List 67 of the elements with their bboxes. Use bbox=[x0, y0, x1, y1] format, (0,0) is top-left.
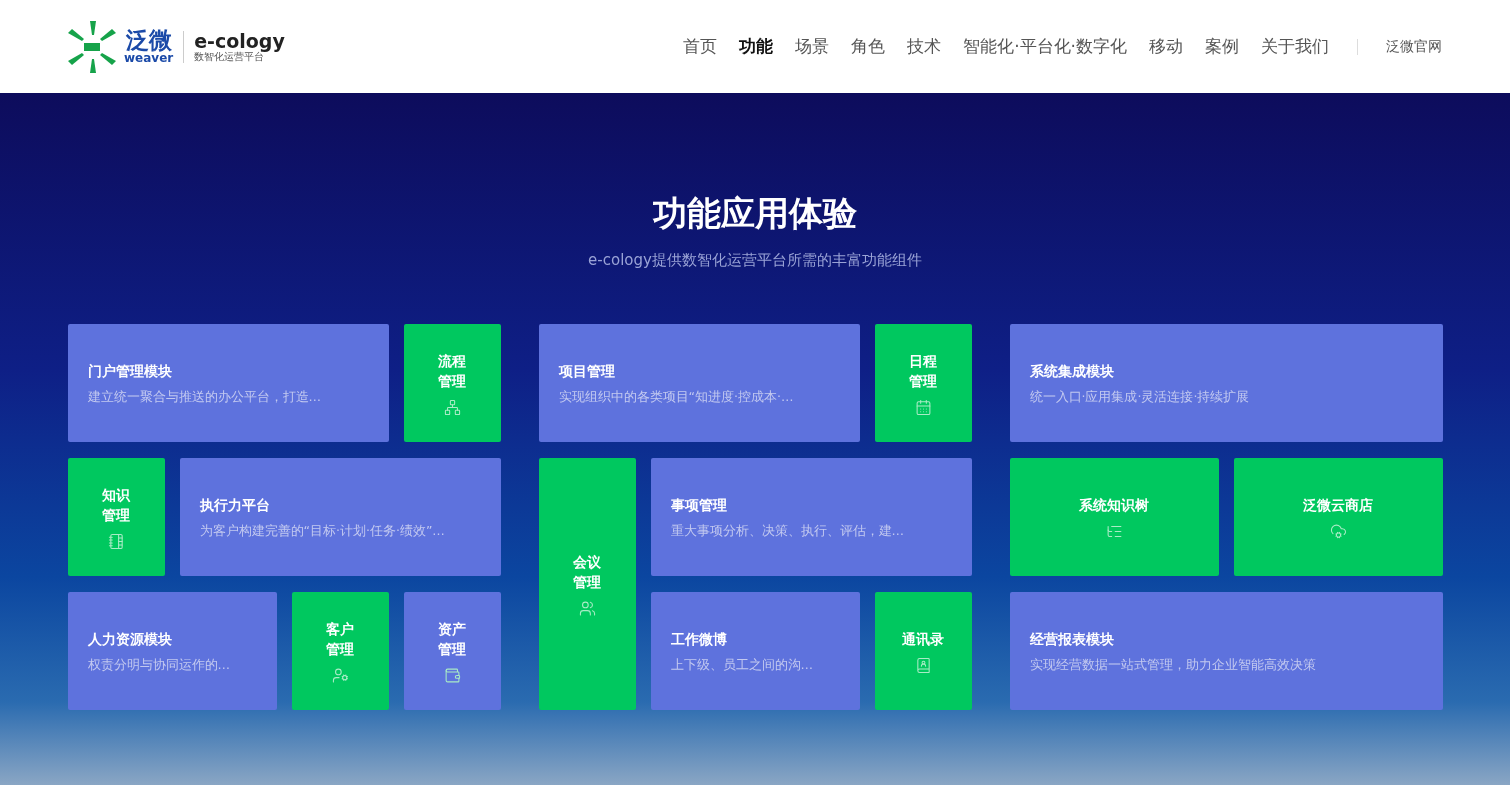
tile-title-line: 会议 bbox=[573, 552, 601, 572]
tile-title-line: 管理 bbox=[326, 639, 354, 659]
tile-title-line: 管理 bbox=[909, 371, 937, 391]
tile-title-line: 管理 bbox=[573, 572, 601, 592]
nav-link[interactable]: 关于我们 bbox=[1261, 35, 1329, 58]
nav-link[interactable]: 案例 bbox=[1205, 35, 1239, 58]
feature-tile[interactable]: 泛微云商店 bbox=[1233, 458, 1443, 576]
org-chart-icon bbox=[443, 398, 461, 416]
feature-tile[interactable]: 执行力平台 为客户构建完善的“目标·计划·任务·绩效”… bbox=[179, 458, 501, 576]
brand-name: 泛微 bbox=[125, 29, 172, 52]
nav-link[interactable]: 场景 bbox=[795, 35, 830, 58]
tile-title: 项目管理 bbox=[558, 361, 616, 381]
tile-title: 经营报表模块 bbox=[1029, 629, 1115, 649]
people-icon bbox=[578, 599, 596, 617]
tile-description: 上下级、员工之间的沟… bbox=[670, 656, 814, 674]
tile-title: 门户管理模块 bbox=[87, 361, 173, 381]
tile-title-line: 通讯录 bbox=[902, 629, 944, 649]
address-book-icon bbox=[914, 656, 932, 674]
tile-description: 权责分明与协同运作的… bbox=[87, 656, 231, 674]
feature-tile[interactable]: 工作微博 上下级、员工之间的沟… bbox=[650, 592, 860, 710]
tile-description: 重大事项分析、决策、执行、评估，建… bbox=[670, 522, 905, 540]
official-site-link[interactable]: 泛微官网 bbox=[1386, 37, 1442, 56]
feature-tile[interactable]: 会议 管理 bbox=[538, 458, 636, 710]
nav-link[interactable]: 首页 bbox=[683, 35, 718, 58]
logo-mark-icon bbox=[68, 20, 116, 73]
tile-title-line: 流程 bbox=[438, 351, 466, 371]
wallet-icon bbox=[443, 666, 461, 684]
tile-title-line: 系统知识树 bbox=[1079, 495, 1149, 515]
tile-title: 人力资源模块 bbox=[87, 629, 173, 649]
tile-title: 系统集成模块 bbox=[1029, 361, 1115, 381]
nav-link[interactable]: 技术 bbox=[907, 35, 942, 58]
feature-tile[interactable]: 知识 管理 bbox=[67, 458, 165, 576]
tile-title-line: 日程 bbox=[909, 351, 937, 371]
user-gear-icon bbox=[331, 666, 349, 684]
section-subtitle: e-cology提供数智化运营平台所需的丰富功能组件 bbox=[588, 251, 922, 270]
tile-title-line: 泛微云商店 bbox=[1303, 495, 1373, 515]
nav-link[interactable]: 功能 bbox=[739, 35, 774, 58]
calendar-icon bbox=[914, 398, 932, 416]
feature-tile[interactable]: 系统知识树 bbox=[1009, 458, 1219, 576]
tile-title-line: 知识 bbox=[102, 485, 130, 505]
feature-tile[interactable]: 人力资源模块 权责分明与协同运作的… bbox=[67, 592, 277, 710]
tile-title: 事项管理 bbox=[670, 495, 728, 515]
feature-tile[interactable]: 事项管理 重大事项分析、决策、执行、评估，建… bbox=[650, 458, 972, 576]
tile-title-line: 管理 bbox=[438, 639, 466, 659]
product-tagline: 数智化运营平台 bbox=[194, 51, 265, 63]
tile-description: 为客户构建完善的“目标·计划·任务·绩效”… bbox=[199, 522, 446, 540]
tile-title: 工作微博 bbox=[670, 629, 728, 649]
feature-tile[interactable]: 日程 管理 bbox=[874, 324, 972, 442]
feature-tile[interactable]: 项目管理 实现组织中的各类项目“知进度·控成本·… bbox=[538, 324, 860, 442]
tile-title-line: 管理 bbox=[102, 505, 130, 525]
product-name: e-cology bbox=[194, 30, 285, 52]
section-title: 功能应用体验 bbox=[653, 192, 857, 235]
tile-title-line: 管理 bbox=[438, 371, 466, 391]
cloud-icon bbox=[1329, 522, 1347, 540]
notebook-icon bbox=[107, 532, 125, 550]
nav-link[interactable]: 角色 bbox=[851, 35, 886, 58]
nav-link[interactable]: 移动 bbox=[1149, 35, 1183, 58]
tile-title: 执行力平台 bbox=[199, 495, 271, 515]
feature-tile[interactable]: 流程 管理 bbox=[403, 324, 501, 442]
feature-tile[interactable]: 通讯录 bbox=[874, 592, 972, 710]
feature-tile[interactable]: 客户 管理 bbox=[291, 592, 389, 710]
brand-wordmark: weaver bbox=[124, 52, 174, 64]
feature-tile[interactable]: 资产 管理 bbox=[403, 592, 501, 710]
tile-title-line: 客户 bbox=[326, 619, 354, 639]
tile-title-line: 资产 bbox=[438, 619, 466, 639]
tile-description: 实现组织中的各类项目“知进度·控成本·… bbox=[558, 388, 795, 406]
nav-link[interactable]: 智能化·平台化·数字化 bbox=[963, 35, 1127, 58]
